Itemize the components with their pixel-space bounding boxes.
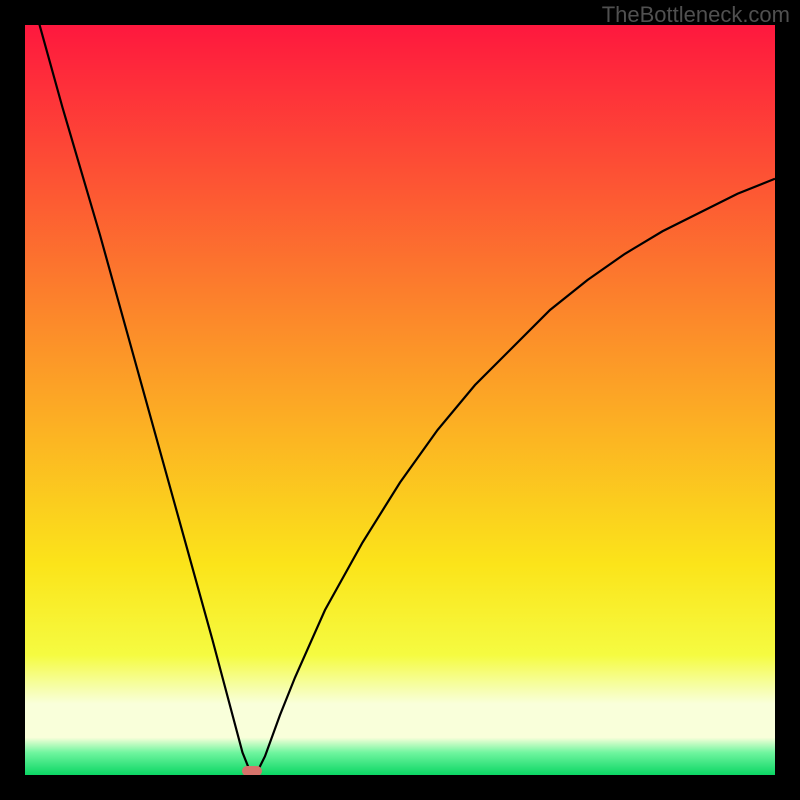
gradient-background: [25, 25, 775, 775]
watermark-text: TheBottleneck.com: [602, 2, 790, 28]
chart-svg: [25, 25, 775, 775]
plot-area: [25, 25, 775, 775]
optimal-marker: [242, 766, 262, 775]
chart-frame: TheBottleneck.com: [0, 0, 800, 800]
